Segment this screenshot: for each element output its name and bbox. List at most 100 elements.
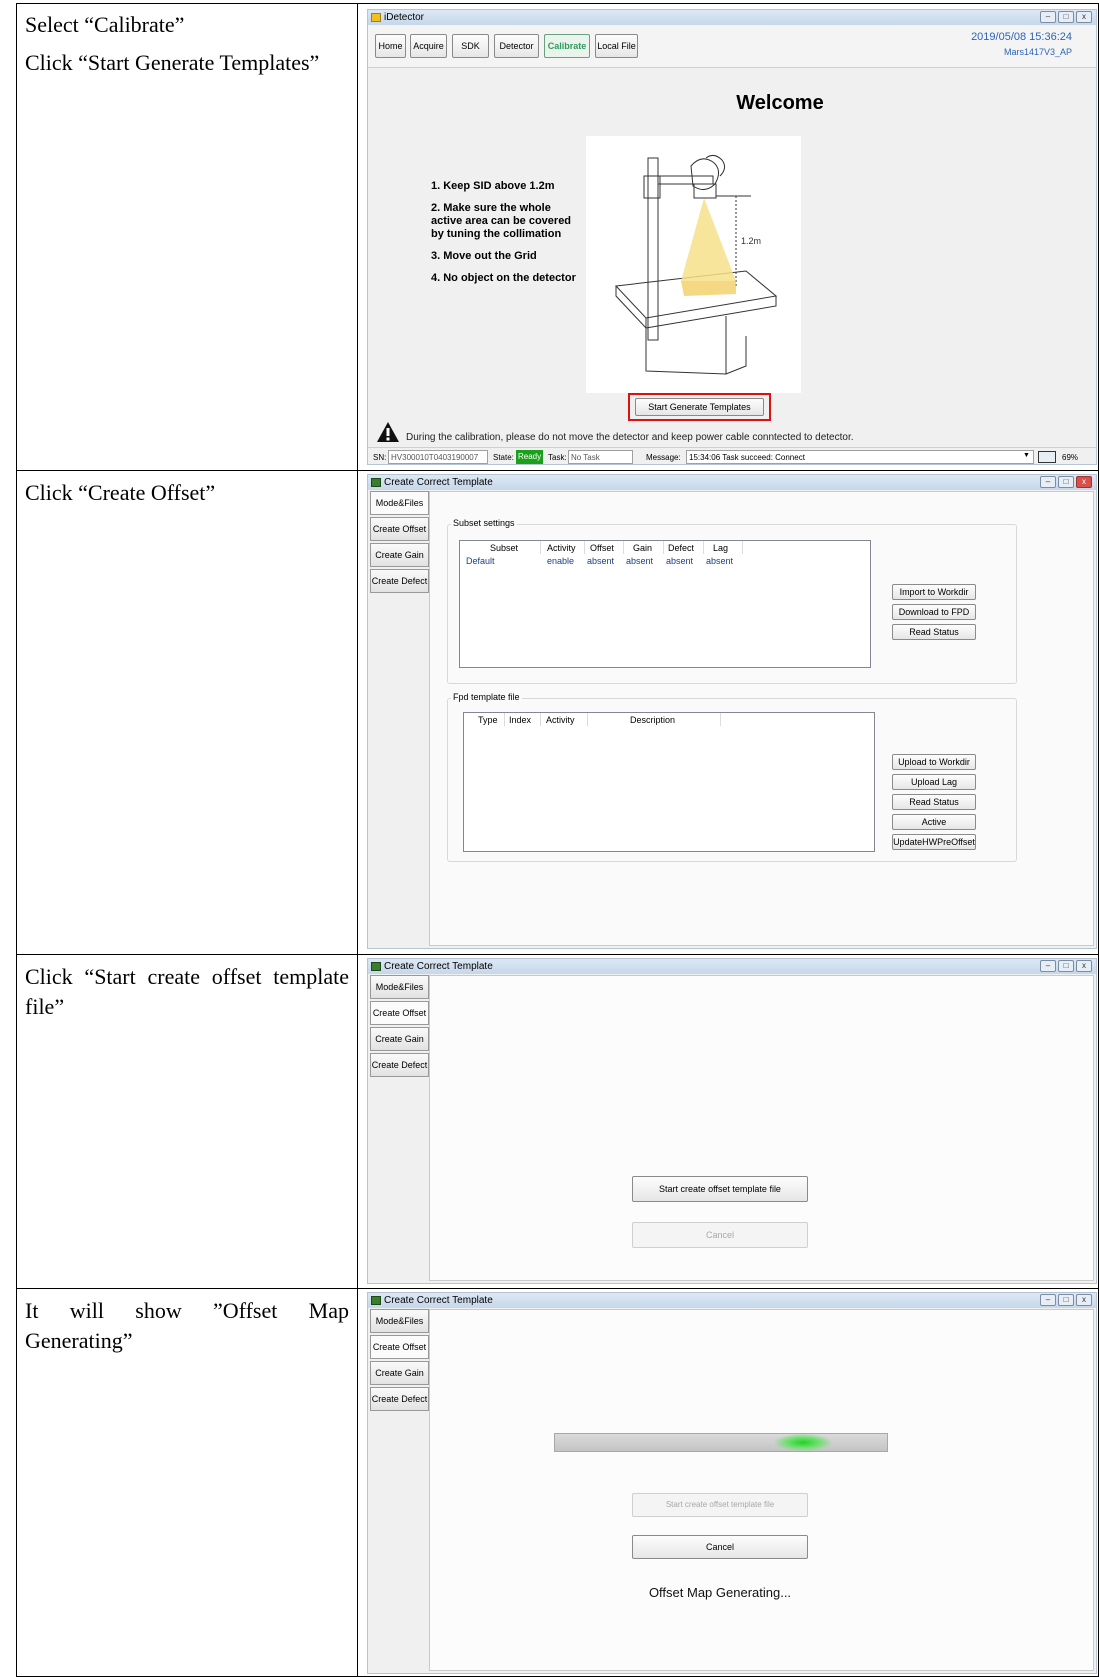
- active-button[interactable]: Active: [892, 814, 976, 830]
- row-divider: [17, 954, 1098, 955]
- maximize-icon[interactable]: □: [1058, 960, 1074, 972]
- idetector-window: iDetector – □ x Home Acquire SDK Detector …: [367, 9, 1097, 465]
- app-icon: [371, 1296, 381, 1305]
- column-header: Activity: [547, 543, 576, 553]
- table-cell: absent: [626, 556, 654, 566]
- task-label: Task:: [548, 453, 567, 462]
- column-separator: [540, 541, 541, 554]
- tab-create-offset[interactable]: Create Offset: [370, 1001, 429, 1025]
- app-icon: [371, 13, 381, 22]
- window-titlebar: Create Correct Template – □ x: [368, 475, 1096, 490]
- column-separator: [584, 541, 585, 554]
- distance-label: 1.2m: [741, 236, 761, 246]
- app-icon: [371, 478, 381, 487]
- maximize-icon[interactable]: □: [1058, 11, 1074, 23]
- close-icon[interactable]: x: [1076, 1294, 1092, 1306]
- column-header: Gain: [633, 543, 653, 553]
- close-icon[interactable]: x: [1076, 960, 1092, 972]
- download-to-fpd-button[interactable]: Download to FPD: [892, 604, 976, 620]
- message-field[interactable]: 15:34:06 Task succeed: Connect: [686, 450, 1034, 464]
- tab-create-offset[interactable]: Create Offset: [370, 1335, 429, 1359]
- row-divider: [17, 470, 1098, 471]
- maximize-icon[interactable]: □: [1058, 476, 1074, 488]
- table-cell: Default: [466, 556, 495, 566]
- tab-content-panel: Start create offset template file Cancel: [429, 975, 1094, 1281]
- tab-create-gain[interactable]: Create Gain: [370, 1027, 429, 1051]
- cancel-button[interactable]: Cancel: [632, 1535, 808, 1559]
- tab-create-defect[interactable]: Create Defect: [370, 1387, 429, 1411]
- tab-mode-files[interactable]: Mode&Files: [370, 1309, 429, 1333]
- datetime: 2019/05/08 15:36:24: [971, 31, 1072, 43]
- tab-mode-files[interactable]: Mode&Files: [370, 491, 429, 515]
- tab-local-file[interactable]: Local File: [595, 34, 638, 58]
- generating-status-text: Offset Map Generating...: [648, 1585, 792, 1600]
- progress-bar: [554, 1433, 888, 1452]
- window-title: Create Correct Template: [384, 1295, 493, 1306]
- message-label: Message:: [646, 453, 681, 462]
- close-icon[interactable]: x: [1076, 11, 1092, 23]
- row-2-instructions: Click “Create Offset”: [25, 478, 349, 508]
- instruction-text: It will show ”Offset Map Generating”: [25, 1298, 349, 1353]
- warning-text: During the calibration, please do not mo…: [406, 432, 854, 443]
- window-title: Create Correct Template: [384, 477, 493, 488]
- tab-create-offset[interactable]: Create Offset: [370, 517, 429, 541]
- start-create-offset-button[interactable]: Start create offset template file: [632, 1176, 808, 1202]
- upload-lag-button[interactable]: Upload Lag: [892, 774, 976, 790]
- minimize-icon[interactable]: –: [1040, 476, 1056, 488]
- progress-indicator: [775, 1434, 831, 1451]
- minimize-icon[interactable]: –: [1040, 11, 1056, 23]
- subset-table[interactable]: Subset Activity Offset Gain Defect Lag D…: [459, 540, 871, 668]
- tab-create-defect[interactable]: Create Defect: [370, 569, 429, 593]
- upload-to-workdir-button[interactable]: Upload to Workdir: [892, 754, 976, 770]
- column-separator: [587, 713, 588, 726]
- tab-sdk[interactable]: SDK: [452, 34, 489, 58]
- table-cell: enable: [547, 556, 575, 566]
- tab-create-defect[interactable]: Create Defect: [370, 1053, 429, 1077]
- column-divider: [357, 4, 358, 1676]
- tab-create-gain[interactable]: Create Gain: [370, 543, 429, 567]
- minimize-icon[interactable]: –: [1040, 960, 1056, 972]
- instruction-text: Click “Start create offset template file…: [25, 964, 349, 1019]
- instruction-text: Click “Start Generate Templates”: [25, 50, 320, 75]
- column-header: Index: [509, 715, 532, 725]
- column-separator: [720, 713, 721, 726]
- column-separator: [703, 541, 704, 554]
- maximize-icon[interactable]: □: [1058, 1294, 1074, 1306]
- tab-home[interactable]: Home: [375, 34, 406, 58]
- chevron-down-icon[interactable]: ▼: [1023, 452, 1030, 459]
- table-cell: absent: [666, 556, 694, 566]
- row-1-instructions: Select “Calibrate” Click “Start Generate…: [25, 10, 349, 78]
- close-icon[interactable]: x: [1076, 476, 1092, 488]
- read-status-button[interactable]: Read Status: [892, 794, 976, 810]
- tab-mode-files[interactable]: Mode&Files: [370, 975, 429, 999]
- toolbar: Home Acquire SDK Detector Calibrate Loca…: [368, 25, 1096, 68]
- tab-create-gain[interactable]: Create Gain: [370, 1361, 429, 1385]
- import-to-workdir-button[interactable]: Import to Workdir: [892, 584, 976, 600]
- fpd-template-table[interactable]: Type Index Activity Description: [463, 712, 875, 852]
- column-separator: [504, 713, 505, 726]
- row-divider: [17, 1288, 1098, 1289]
- update-hw-pre-offset-button[interactable]: UpdateHWPreOffset: [892, 834, 976, 850]
- column-header: Defect: [668, 543, 695, 553]
- create-correct-template-window: Create Correct Template – □ x Mode&Files C…: [367, 1292, 1097, 1674]
- sn-label: SN:: [373, 453, 387, 462]
- read-status-button[interactable]: Read Status: [892, 624, 976, 640]
- xray-machine-icon: 1.2m: [614, 154, 778, 375]
- start-create-offset-button: Start create offset template file: [632, 1493, 808, 1517]
- row-4-instructions: It will show ”Offset Map Generating”: [25, 1296, 349, 1356]
- tab-detector[interactable]: Detector: [494, 34, 539, 58]
- state-badge: Ready: [516, 450, 543, 464]
- window-titlebar: Create Correct Template – □ x: [368, 1293, 1096, 1308]
- app-icon: [371, 962, 381, 971]
- window-titlebar: iDetector – □ x: [368, 10, 1096, 25]
- start-generate-templates-button[interactable]: Start Generate Templates: [635, 398, 764, 416]
- window-title: iDetector: [384, 12, 425, 23]
- tab-calibrate[interactable]: Calibrate: [544, 34, 590, 58]
- window-title: Create Correct Template: [384, 961, 493, 972]
- minimize-icon[interactable]: –: [1040, 1294, 1056, 1306]
- zoom-level: 69%: [1062, 453, 1079, 462]
- subset-settings-label: Subset settings: [451, 518, 517, 528]
- create-correct-template-window: Create Correct Template – □ x Mode&Files C…: [367, 474, 1097, 949]
- create-correct-template-window: Create Correct Template – □ x Mode&Files C…: [367, 958, 1097, 1284]
- tab-acquire[interactable]: Acquire: [410, 34, 447, 58]
